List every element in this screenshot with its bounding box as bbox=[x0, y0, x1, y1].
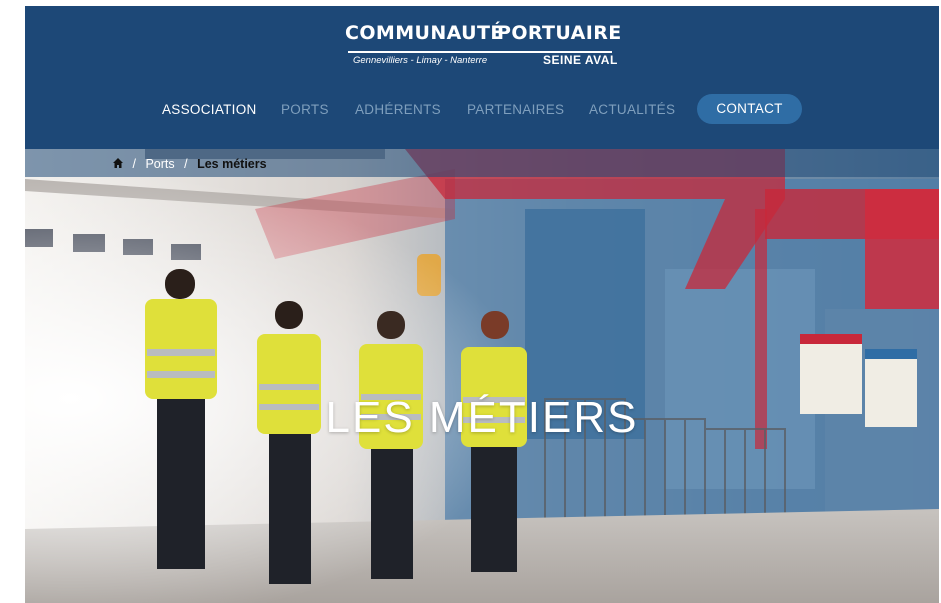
nav-item-association[interactable]: ASSOCIATION bbox=[162, 102, 257, 117]
home-icon[interactable] bbox=[113, 157, 123, 171]
breadcrumb-separator: / bbox=[132, 156, 136, 171]
logo-wordmark: COMMUNAUTÉ PORTUAIRE bbox=[345, 18, 625, 50]
breadcrumb-item-ports[interactable]: Ports bbox=[145, 157, 174, 171]
page-title: LES MÉTIERS bbox=[325, 393, 639, 443]
logo-line1: COMMUNAUTÉ bbox=[345, 22, 504, 44]
nav-item-partenaires[interactable]: PARTENAIRES bbox=[467, 102, 564, 117]
breadcrumb-separator: / bbox=[184, 156, 188, 171]
hero-photo bbox=[25, 149, 939, 603]
logo-line2: PORTUAIRE bbox=[497, 22, 622, 44]
nav-item-actualites[interactable]: ACTUALITÉS bbox=[589, 102, 675, 117]
nav-item-ports[interactable]: PORTS bbox=[281, 102, 329, 117]
breadcrumb: / Ports / Les métiers bbox=[25, 149, 939, 177]
site-header: COMMUNAUTÉ PORTUAIRE Gennevilliers - Lim… bbox=[25, 6, 939, 149]
logo-subtitle: Gennevilliers - Limay - Nanterre bbox=[353, 55, 488, 66]
nav-item-adherents[interactable]: ADHÉRENTS bbox=[355, 102, 441, 117]
contact-button[interactable]: CONTACT bbox=[697, 94, 802, 124]
main-nav: ASSOCIATION PORTS ADHÉRENTS PARTENAIRES … bbox=[25, 94, 939, 126]
site-logo[interactable]: COMMUNAUTÉ PORTUAIRE Gennevilliers - Lim… bbox=[25, 18, 939, 74]
hero-banner: / Ports / Les métiers LES MÉTIERS bbox=[25, 149, 939, 603]
breadcrumb-item-current: Les métiers bbox=[197, 156, 267, 171]
page-frame: COMMUNAUTÉ PORTUAIRE Gennevilliers - Lim… bbox=[25, 6, 939, 603]
logo-region: SEINE AVAL bbox=[543, 53, 618, 67]
